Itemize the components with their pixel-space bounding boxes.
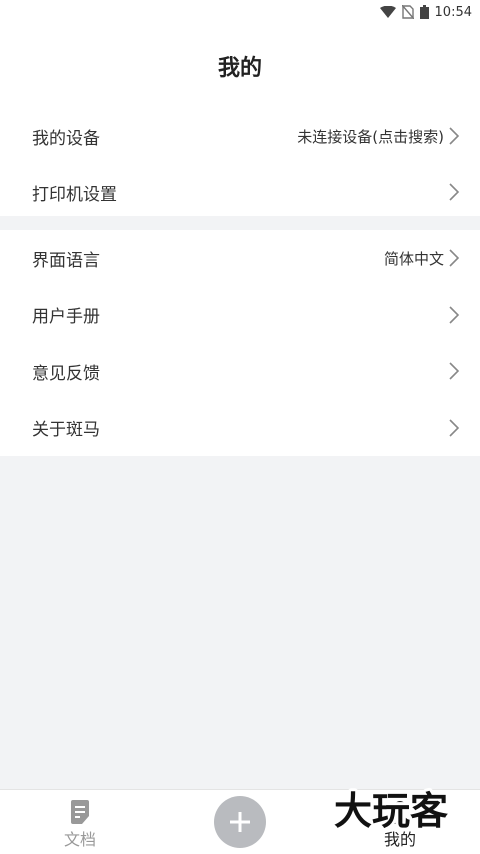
chevron-right-icon [449,183,460,201]
menu-item-value: 未连接设备(点击搜索) [297,127,444,146]
menu-item-label: 我的设备 [32,128,100,149]
page-title: 我的 [217,56,262,81]
no-sim-icon [401,5,414,19]
document-icon [71,800,89,824]
clock-time: 10:54 [434,4,472,20]
settings-group-general: 界面语言 简体中文 用户手册 意见反馈 关于斑马 [0,230,480,456]
plus-icon [230,812,250,832]
chevron-right-icon [449,362,460,380]
nav-tab-label: 文档 [63,830,96,849]
menu-item-language[interactable]: 界面语言 简体中文 [0,230,480,287]
menu-item-printer-settings[interactable]: 打印机设置 [0,164,480,220]
menu-item-value: 简体中文 [383,249,444,268]
menu-item-label: 用户手册 [32,307,100,328]
chevron-right-icon [449,306,460,324]
menu-item-label: 意见反馈 [32,363,100,384]
menu-item-my-device[interactable]: 我的设备 未连接设备(点击搜索) [0,108,480,164]
battery-icon [419,5,429,19]
menu-item-label: 关于斑马 [32,420,100,441]
settings-group-device: 我的设备 未连接设备(点击搜索) 打印机设置 [0,108,480,216]
menu-item-label: 界面语言 [32,250,100,271]
chevron-right-icon [449,127,460,145]
menu-item-about[interactable]: 关于斑马 [0,400,480,457]
page-header: 我的 [0,24,480,108]
status-bar: 10:54 [0,0,480,24]
watermark-logo: 大玩客 大玩客 [331,786,451,836]
menu-item-label: 打印机设置 [32,184,117,205]
menu-item-user-manual[interactable]: 用户手册 [0,287,480,344]
menu-item-feedback[interactable]: 意见反馈 [0,343,480,400]
svg-text:大玩客: 大玩客 [334,789,448,833]
chevron-right-icon [449,249,460,267]
chevron-right-icon [449,419,460,437]
add-button[interactable] [214,796,266,848]
nav-tab-documents[interactable]: 文档 [40,800,120,852]
wifi-icon [379,6,396,18]
